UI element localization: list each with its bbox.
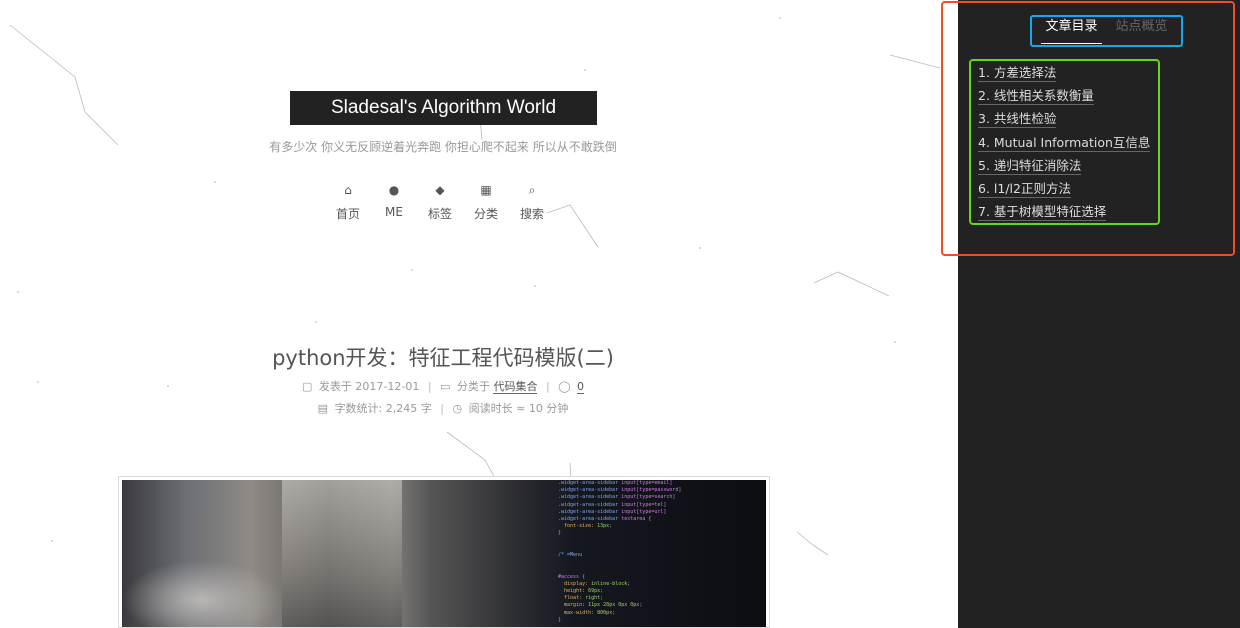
toc-link[interactable]: 3. 共线性检验 (978, 111, 1057, 129)
posted-date: 2017-12-01 (355, 380, 420, 393)
post-meta: ▢ 发表于 2017-12-01 | ▭ 分类于 代码集合 | ◯ 0 (200, 379, 686, 395)
main-nav: ⌂ 首页 ● ME ◆ 标签 ▦ 分类 ⌕ 搜索 (325, 182, 555, 222)
readtime-value: 10 分钟 (528, 402, 569, 415)
nav-label: 搜索 (519, 207, 544, 221)
nav-item-tags[interactable]: ◆ 标签 (417, 182, 463, 222)
toc-link[interactable]: 7. 基于树模型特征选择 (978, 204, 1107, 222)
toc-link[interactable]: 6. l1/l2正则方法 (978, 180, 1071, 198)
nav-label: 分类 (473, 207, 498, 221)
toc-item: 4. Mutual Information互信息 (978, 132, 1151, 155)
nav-item-home[interactable]: ⌂ 首页 (325, 182, 371, 222)
toc-link[interactable]: 1. 方差选择法 (978, 65, 1057, 82)
tags-icon: ◆ (435, 183, 445, 197)
nav-item-me[interactable]: ● ME (371, 182, 417, 222)
cover-photo: .widget-area-sidebar input[type=email] .… (122, 480, 766, 627)
readtime-label: 阅读时长 ≈ (468, 402, 526, 415)
meta-divider: | (545, 380, 550, 393)
nav-label: 标签 (427, 207, 452, 221)
tab-site-overview[interactable]: 站点概览 (1112, 18, 1172, 44)
post-cover-image: .widget-area-sidebar input[type=email] .… (118, 476, 770, 628)
clock-icon: ◷ (452, 402, 463, 415)
photo-blur (282, 480, 402, 627)
search-icon: ⌕ (528, 183, 536, 197)
category-link[interactable]: 代码集合 (493, 380, 538, 394)
toc-item: 3. 共线性检验 (978, 108, 1150, 131)
site-title[interactable]: Sladesal's Algorithm World (290, 91, 597, 125)
post-title[interactable]: python开发：特征工程代码模版(二) (200, 342, 686, 372)
toc-item: 6. l1/l2正则方法 (978, 178, 1150, 201)
nav-label: 首页 (335, 207, 360, 221)
file-icon: ▤ (317, 402, 329, 415)
comment-icon: ◯ (558, 380, 571, 393)
nav-label: ME (385, 205, 403, 219)
comment-count-link[interactable]: 0 (577, 380, 584, 394)
meta-divider: | (427, 380, 432, 393)
home-icon: ⌂ (344, 183, 352, 197)
grid-icon: ▦ (480, 183, 492, 197)
category-label: 分类于 (456, 380, 490, 393)
table-of-contents: 1. 方差选择法 2. 线性相关系数衡量 3. 共线性检验 4. Mutual … (978, 62, 1151, 224)
nav-item-categories[interactable]: ▦ 分类 (463, 182, 509, 222)
toc-item: 5. 递归特征消除法 (978, 155, 1150, 178)
user-icon: ● (388, 183, 400, 197)
toc-item: 2. 线性相关系数衡量 (978, 85, 1150, 108)
wordcount-value: 2,245 字 (385, 402, 432, 415)
photo-code-screen: .widget-area-sidebar input[type=email] .… (558, 480, 682, 623)
toc-link[interactable]: 4. Mutual Information互信息 (978, 134, 1151, 152)
toc-item: 7. 基于树模型特征选择 (978, 201, 1150, 224)
folder-icon: ▭ (440, 380, 451, 393)
meta-divider: | (440, 402, 444, 415)
wordcount-label: 字数统计: (334, 402, 383, 415)
toc-item: 1. 方差选择法 (978, 62, 1150, 85)
sidebar-tabs: 文章目录 站点概览 (1030, 18, 1183, 44)
tab-toc[interactable]: 文章目录 (1041, 18, 1102, 44)
site-subtitle: 有多少次 你义无反顾逆着光奔跑 你担心爬不起来 所以从不敢跌倒 (269, 140, 617, 154)
nav-item-search[interactable]: ⌕ 搜索 (509, 182, 555, 222)
posted-label: 发表于 (318, 380, 352, 393)
calendar-icon: ▢ (302, 380, 313, 393)
toc-link[interactable]: 5. 递归特征消除法 (978, 157, 1082, 175)
photo-blur (122, 560, 282, 627)
toc-link[interactable]: 2. 线性相关系数衡量 (978, 88, 1094, 106)
post-meta-stats: ▤ 字数统计: 2,245 字 | ◷ 阅读时长 ≈ 10 分钟 (200, 401, 686, 417)
